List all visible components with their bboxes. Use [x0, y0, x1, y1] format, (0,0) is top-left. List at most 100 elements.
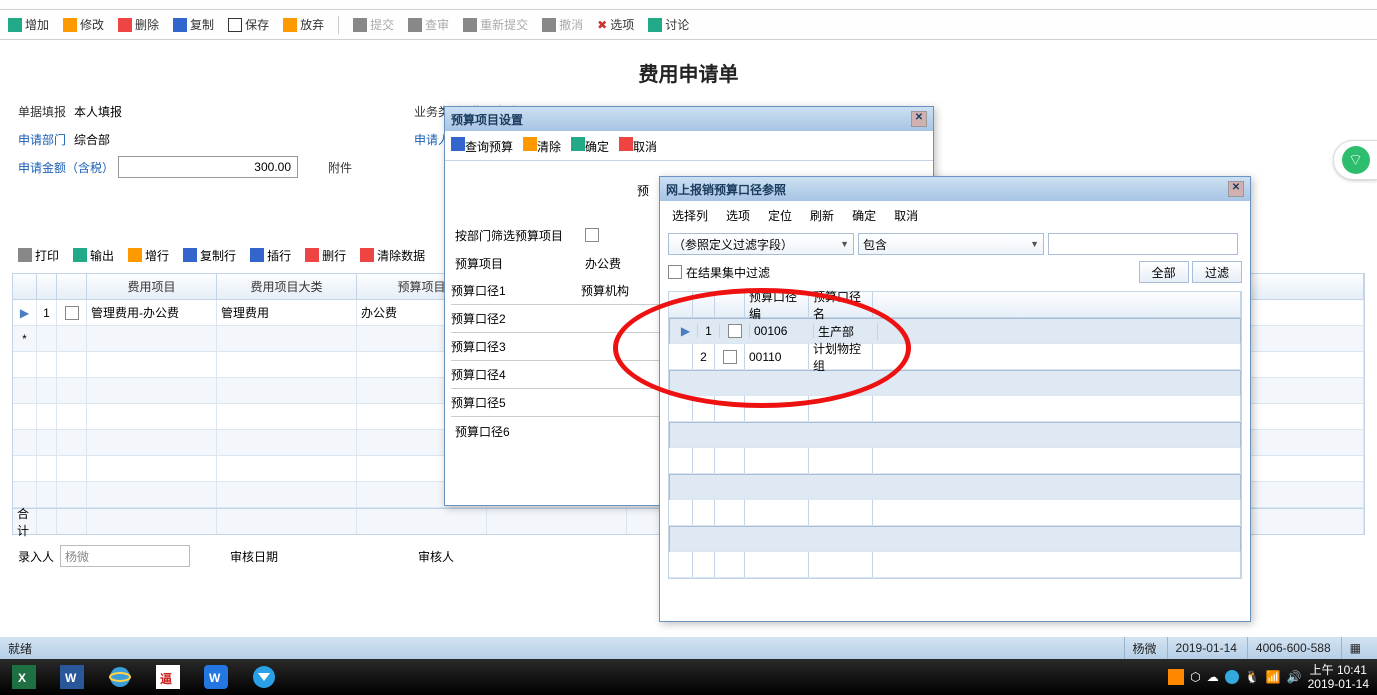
fill-report-label: 单据填报: [18, 103, 74, 120]
dlg2-row-checkbox[interactable]: [728, 324, 742, 338]
dept-value[interactable]: 综合部: [74, 131, 174, 148]
dlg2-title: 网上报销预算口径参照: [666, 181, 786, 198]
taskbar-excel-icon[interactable]: X: [0, 659, 48, 695]
amount-input[interactable]: [118, 156, 298, 178]
discuss-button[interactable]: 讨论: [648, 16, 689, 33]
dlg2-row[interactable]: ▶ 1 00106 生产部: [669, 318, 1241, 344]
grid-print-button[interactable]: 打印: [18, 247, 59, 264]
status-qr-icon[interactable]: ▦: [1341, 637, 1369, 659]
taskbar-word-icon[interactable]: W: [48, 659, 96, 695]
status-user: 杨微: [1124, 637, 1165, 659]
entryby-label: 录入人: [18, 548, 54, 565]
grid-export-button[interactable]: 输出: [73, 247, 114, 264]
add-button[interactable]: 增加: [8, 16, 49, 33]
dlg1-k1-value[interactable]: 预算机构: [581, 282, 629, 299]
auditdate-label: 审核日期: [230, 548, 278, 565]
dlg2-row-checkbox[interactable]: [723, 350, 737, 364]
wifi-icon: ⌔: [1342, 146, 1370, 174]
dlg2-menu-cancel[interactable]: 取消: [894, 207, 918, 224]
dlg2-menu-selectcol[interactable]: 选择列: [672, 207, 708, 224]
svg-text:X: X: [18, 671, 26, 685]
trail-text: 预: [637, 182, 649, 199]
dlg2-resultfilter-checkbox[interactable]: [668, 265, 682, 279]
dlg1-filter-checkbox[interactable]: [585, 228, 599, 242]
dlg1-ok-button[interactable]: 确定: [571, 137, 609, 155]
dlg2-row[interactable]: 2 00110 计划物控组: [669, 344, 1241, 370]
dlg2-menu-refresh[interactable]: 刷新: [810, 207, 834, 224]
budget-ref-dialog: 网上报销预算口径参照 ✕ 选择列 选项 定位 刷新 确定 取消 （参照定义过滤字…: [659, 176, 1251, 622]
dlg1-k6-label[interactable]: 预算口径6: [455, 423, 575, 440]
dlg1-clear-button[interactable]: 清除: [523, 137, 561, 155]
taskbar-app-red-icon[interactable]: 逼: [144, 659, 192, 695]
status-bar: 就绪 杨微 2019-01-14 4006-600-588 ▦: [0, 637, 1377, 659]
submit-button[interactable]: 提交: [353, 16, 394, 33]
col-expense-item[interactable]: 费用项目: [87, 274, 217, 299]
dlg1-close-button[interactable]: ✕: [911, 111, 927, 127]
dlg2-filter-field-select[interactable]: （参照定义过滤字段）▼: [668, 233, 854, 255]
discard-button[interactable]: 放弃: [283, 16, 324, 33]
tray-icon[interactable]: 🔊: [1287, 670, 1302, 684]
page-title: 费用申请单: [0, 58, 1377, 87]
dlg1-title: 预算项目设置: [451, 111, 523, 128]
tray-icon[interactable]: ☁: [1207, 670, 1219, 684]
tray-clock[interactable]: 上午 10:41 2019-01-14: [1308, 663, 1369, 691]
tray-icon[interactable]: [1168, 669, 1184, 685]
grid-clear-button[interactable]: 清除数据: [360, 247, 425, 264]
dlg1-filter-label: 按部门筛选预算项目: [455, 227, 575, 244]
entryby-input[interactable]: [60, 545, 190, 567]
taskbar-wps-icon[interactable]: W: [192, 659, 240, 695]
dlg2-col-code[interactable]: 预算口径编: [745, 292, 809, 317]
col-expense-category[interactable]: 费用项目大类: [217, 274, 357, 299]
attach-label[interactable]: 附件: [328, 159, 358, 176]
dlg2-filter-input[interactable]: [1048, 233, 1238, 255]
dlg1-k5-label[interactable]: 预算口径5: [451, 394, 571, 411]
tray-icon[interactable]: 🐧: [1245, 670, 1260, 684]
review-button[interactable]: 查审: [408, 16, 449, 33]
save-button[interactable]: 保存: [228, 16, 269, 33]
dlg2-menu-locate[interactable]: 定位: [768, 207, 792, 224]
dlg1-k2-label[interactable]: 预算口径2: [451, 310, 571, 327]
dlg1-k4-label[interactable]: 预算口径4: [451, 366, 571, 383]
delete-button[interactable]: 删除: [118, 16, 159, 33]
dlg1-query-button[interactable]: 查询预算: [451, 137, 513, 155]
dlg1-k3-label[interactable]: 预算口径3: [451, 338, 571, 355]
grid-delrow-button[interactable]: 删行: [305, 247, 346, 264]
tray-icon[interactable]: ⬡: [1190, 670, 1200, 684]
dlg2-col-name[interactable]: 预算口径名: [809, 292, 873, 317]
tray-icon[interactable]: [1225, 670, 1239, 684]
wifi-badge[interactable]: ⌔: [1333, 140, 1377, 180]
tray-icon[interactable]: 📶: [1266, 670, 1281, 684]
resubmit-button[interactable]: 重新提交: [463, 16, 528, 33]
dlg2-grid: 预算口径编 预算口径名 ▶ 1 00106 生产部 2 00110 计划物控组: [668, 291, 1242, 579]
auditor-label: 审核人: [418, 548, 454, 565]
option-button[interactable]: ✖选项: [597, 16, 634, 33]
grid-addrow-button[interactable]: 增行: [128, 247, 169, 264]
edit-button[interactable]: 修改: [63, 16, 104, 33]
dlg2-all-button[interactable]: 全部: [1139, 261, 1189, 283]
page-title-bar: 费用申请单: [0, 40, 1377, 97]
taskbar: X W 逼 W ⬡ ☁ 🐧 📶 🔊 上午 10:41 2019-01-14: [0, 659, 1377, 695]
dlg1-item-label: 预算项目: [455, 255, 575, 272]
status-phone: 4006-600-588: [1247, 637, 1339, 659]
status-date: 2019-01-14: [1167, 637, 1245, 659]
dlg2-menu-option[interactable]: 选项: [726, 207, 750, 224]
fill-report-value: 本人填报: [74, 103, 174, 120]
top-toolbar: [0, 0, 1377, 10]
dlg1-item-value[interactable]: 办公费: [585, 255, 621, 272]
dlg2-filter-button[interactable]: 过滤: [1192, 261, 1242, 283]
svg-text:W: W: [65, 671, 77, 685]
svg-text:逼: 逼: [160, 672, 172, 686]
taskbar-ie-icon[interactable]: [96, 659, 144, 695]
grid-copyrow-button[interactable]: 复制行: [183, 247, 236, 264]
taskbar-app-blue-icon[interactable]: [240, 659, 288, 695]
grid-insrow-button[interactable]: 插行: [250, 247, 291, 264]
dlg2-filter-op-select[interactable]: 包含▼: [858, 233, 1044, 255]
main-toolbar: 增加 修改 删除 复制 保存 放弃 提交 查审 重新提交 撤消 ✖选项 讨论: [0, 10, 1377, 40]
dlg2-menu-ok[interactable]: 确定: [852, 207, 876, 224]
revoke-button[interactable]: 撤消: [542, 16, 583, 33]
svg-text:W: W: [209, 671, 221, 685]
dlg1-cancel-button[interactable]: 取消: [619, 137, 657, 155]
dlg2-close-button[interactable]: ✕: [1228, 181, 1244, 197]
amount-label: 申请金额（含税）: [18, 159, 118, 176]
copy-button[interactable]: 复制: [173, 16, 214, 33]
